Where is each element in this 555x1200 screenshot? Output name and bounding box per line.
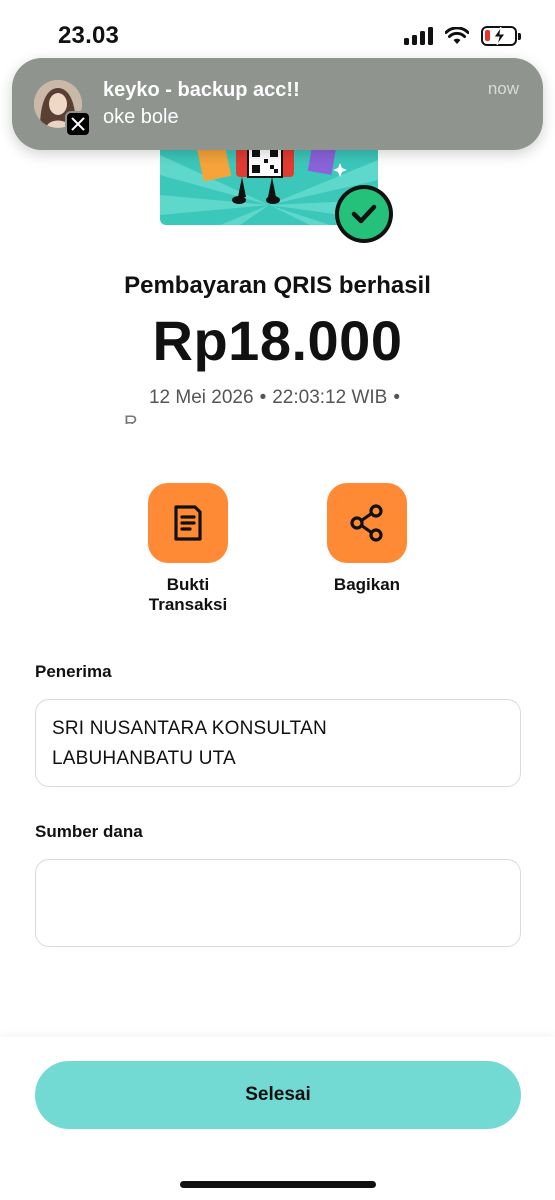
share-button[interactable] bbox=[327, 483, 407, 563]
payment-amount: Rp18.000 bbox=[152, 309, 403, 372]
x-logo-icon bbox=[65, 111, 91, 137]
receipt-button[interactable] bbox=[148, 483, 228, 563]
separator-dot: • bbox=[393, 387, 400, 408]
payment-success-screen: 23.03 keyko - backup acc!! oke bole now … bbox=[0, 0, 555, 1200]
truncated-reference-text: R bbox=[124, 414, 154, 424]
transaction-date: 12 Mei 2026 bbox=[148, 387, 254, 408]
separator-dot: • bbox=[259, 387, 267, 408]
notification-time: now bbox=[487, 79, 519, 98]
wifi-icon bbox=[445, 27, 469, 44]
notification-body: oke bole bbox=[103, 106, 179, 128]
receipt-icon bbox=[174, 505, 202, 541]
status-bar: 23.03 bbox=[0, 0, 555, 56]
done-button[interactable]: Selesai bbox=[35, 1061, 521, 1129]
recipient-field: SRI NUSANTARA KONSULTAN LABUHANBATU UTA bbox=[35, 699, 521, 787]
recipient-line-1: SRI NUSANTARA KONSULTAN bbox=[52, 718, 327, 739]
notification-banner[interactable]: keyko - backup acc!! oke bole now bbox=[12, 58, 543, 150]
source-of-funds-field bbox=[35, 859, 521, 947]
receipt-label: Bukti Transaksi bbox=[148, 575, 228, 614]
status-icons bbox=[404, 26, 521, 46]
recipient-value: SRI NUSANTARA KONSULTAN LABUHANBATU UTA bbox=[52, 714, 327, 774]
home-indicator bbox=[180, 1181, 376, 1188]
share-icon bbox=[350, 504, 383, 542]
status-time: 23.03 bbox=[58, 22, 120, 49]
footer: Selesai bbox=[0, 1037, 555, 1200]
recipient-line-2: LABUHANBATU UTA bbox=[52, 748, 236, 769]
success-title: Pembayaran QRIS berhasil bbox=[124, 272, 431, 299]
success-check-icon bbox=[335, 185, 393, 243]
share-action[interactable]: Bagikan bbox=[307, 483, 427, 595]
recipient-label: Penerima bbox=[35, 662, 112, 681]
notification-title: keyko - backup acc!! bbox=[103, 79, 300, 101]
receipt-action[interactable]: Bukti Transaksi bbox=[128, 483, 248, 615]
share-label: Bagikan bbox=[333, 575, 401, 594]
source-of-funds-label: Sumber dana bbox=[35, 822, 143, 841]
transaction-time: 22:03:12 WIB bbox=[272, 387, 388, 408]
signal-icon bbox=[404, 27, 433, 45]
battery-charging-icon bbox=[481, 26, 521, 46]
transaction-datetime: 12 Mei 2026 • 22:03:12 WIB • bbox=[0, 387, 555, 409]
